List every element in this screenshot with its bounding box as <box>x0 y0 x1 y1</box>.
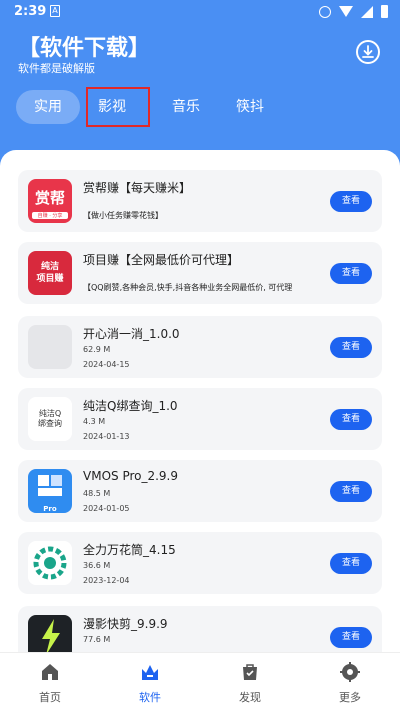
list-item[interactable]: Pro VMOS Pro_2.9.9 48.5 M 2024-01-05 查看 <box>18 460 382 522</box>
nav-label: 更多 <box>339 691 361 704</box>
vmos-logo-icon <box>38 475 62 496</box>
view-button[interactable]: 查看 <box>330 553 372 574</box>
list-item[interactable]: 开心消一消_1.0.0 62.9 M 2024-04-15 查看 <box>18 316 382 378</box>
app-size: 62.9 M <box>83 345 111 354</box>
download-icon <box>362 45 374 58</box>
app-icon: 纯洁Q 绑查询 <box>28 397 72 441</box>
view-button[interactable]: 查看 <box>330 263 372 284</box>
app-name: 纯洁Q绑查询_1.0 <box>83 399 178 413</box>
list-item[interactable]: 全力万花筒_4.15 36.6 M 2023-12-04 查看 <box>18 532 382 594</box>
app-name: VMOS Pro_2.9.9 <box>83 469 179 483</box>
tab-video[interactable]: 影视 <box>86 87 150 127</box>
app-date: 2024-04-15 <box>83 360 130 369</box>
status-icons <box>319 5 388 18</box>
sync-icon <box>319 5 331 18</box>
nav-discover[interactable]: 发现 <box>200 653 300 710</box>
app-date: 2024-01-05 <box>83 504 130 513</box>
app-name: 漫影快剪_9.9.9 <box>83 617 168 631</box>
nav-label: 软件 <box>139 691 161 704</box>
app-date: 2024-01-13 <box>83 432 130 441</box>
more-icon <box>340 662 360 682</box>
nav-label: 首页 <box>39 691 61 704</box>
app-name: 项目赚【全网最低价可代理】 <box>83 253 240 267</box>
cellular-icon <box>361 5 373 18</box>
app-date: 2023-12-04 <box>83 576 130 585</box>
app-description: 【做小任务赚零花钱】 <box>83 211 163 220</box>
page-title: 【软件下载】 <box>18 36 151 61</box>
app-icon: 赏帮 自赚 · 分享 <box>28 179 72 223</box>
app-icon: Pro <box>28 469 72 513</box>
nav-more[interactable]: 更多 <box>300 653 400 710</box>
app-size: 36.6 M <box>83 561 111 570</box>
app-list: 赏帮 自赚 · 分享 赏帮赚【每天赚米】 【做小任务赚零花钱】 查看 纯洁 项目… <box>0 150 400 710</box>
nav-home[interactable]: 首页 <box>0 653 100 710</box>
view-button[interactable]: 查看 <box>330 409 372 430</box>
view-button[interactable]: 查看 <box>330 191 372 212</box>
app-size: 77.6 M <box>83 635 111 644</box>
app-size: 48.5 M <box>83 489 111 498</box>
category-tabs: 实用 影视 音乐 筷抖 <box>16 87 282 127</box>
app-icon: 纯洁 项目赚 <box>28 251 72 295</box>
battery-icon <box>381 5 388 18</box>
tab-music[interactable]: 音乐 <box>154 90 218 124</box>
status-bar: 2:39 A <box>0 0 400 24</box>
status-time: 2:39 <box>14 4 47 19</box>
list-item[interactable]: 赏帮 自赚 · 分享 赏帮赚【每天赚米】 【做小任务赚零花钱】 查看 <box>18 170 382 232</box>
wifi-icon <box>339 6 353 17</box>
app-name: 开心消一消_1.0.0 <box>83 327 180 341</box>
view-button[interactable]: 查看 <box>330 481 372 502</box>
app-size: 4.3 M <box>83 417 106 426</box>
kaleidoscope-icon <box>33 546 67 580</box>
view-button[interactable]: 查看 <box>330 337 372 358</box>
tab-kuaidou[interactable]: 筷抖 <box>218 90 282 124</box>
app-name: 全力万花筒_4.15 <box>83 543 176 557</box>
app-icon <box>28 541 72 585</box>
app-icon-placeholder <box>28 325 72 369</box>
notification-icon: A <box>50 5 60 17</box>
software-icon <box>142 665 158 680</box>
home-icon <box>42 664 58 680</box>
view-button[interactable]: 查看 <box>330 627 372 648</box>
app-description: 【QQ刷赞,各种会员,快手,抖音各种业务全网最低价, 可代理 <box>83 283 293 292</box>
app-name: 赏帮赚【每天赚米】 <box>83 181 192 195</box>
nav-label: 发现 <box>239 691 261 704</box>
bottom-navigation: 首页 软件 发现 更多 <box>0 652 400 710</box>
download-button[interactable] <box>356 40 380 64</box>
tab-practical[interactable]: 实用 <box>16 90 80 124</box>
list-item[interactable]: 纯洁 项目赚 项目赚【全网最低价可代理】 【QQ刷赞,各种会员,快手,抖音各种业… <box>18 242 382 304</box>
discover-icon <box>243 664 257 680</box>
page-subtitle: 软件都是破解版 <box>18 62 95 75</box>
list-item[interactable]: 纯洁Q 绑查询 纯洁Q绑查询_1.0 4.3 M 2024-01-13 查看 <box>18 388 382 450</box>
nav-software[interactable]: 软件 <box>100 653 200 710</box>
